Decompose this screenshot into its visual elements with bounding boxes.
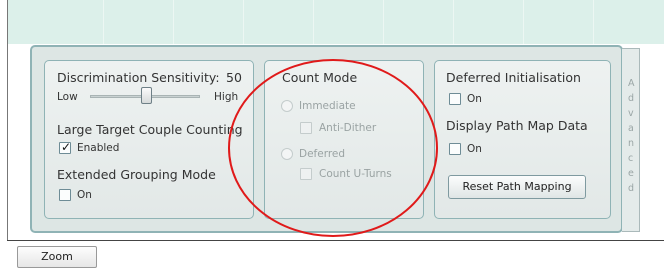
deferred-initialisation-label: Deferred Initialisation — [446, 70, 581, 85]
checkmark-icon: ✓ — [61, 140, 72, 154]
grid-line — [173, 0, 174, 44]
deferred-initialisation-checkbox[interactable] — [449, 93, 461, 105]
large-target-checkbox-label: Enabled — [77, 142, 120, 154]
grid-line — [103, 0, 104, 44]
grid-line — [523, 0, 524, 44]
discrimination-sensitivity-label: Discrimination Sensitivity: — [57, 70, 220, 85]
advanced-tab-letter: v — [628, 108, 634, 119]
advanced-tab-letter: d — [628, 183, 635, 194]
advanced-tab-letter: e — [628, 168, 634, 179]
annotation-ellipse — [228, 59, 438, 237]
sensitivity-slider-thumb[interactable] — [141, 87, 152, 104]
large-target-checkbox[interactable]: ✓ — [59, 140, 72, 154]
extended-grouping-checkbox-label: On — [77, 189, 92, 201]
extended-grouping-checkbox[interactable] — [59, 189, 71, 201]
slider-low-label: Low — [57, 91, 78, 103]
grid-line — [383, 0, 384, 44]
deferred-initialisation-checkbox-label: On — [467, 93, 482, 105]
advanced-tab-letter: d — [628, 93, 635, 104]
advanced-tab-letter: A — [628, 78, 635, 89]
extended-grouping-label: Extended Grouping Mode — [57, 167, 216, 182]
reset-path-mapping-button[interactable]: Reset Path Mapping — [448, 175, 586, 199]
zoom-button[interactable]: Zoom — [17, 246, 97, 268]
display-path-map-checkbox-label: On — [467, 143, 482, 155]
left-border — [7, 0, 8, 241]
chart-background-strip — [7, 0, 664, 44]
advanced-tab-letter: a — [628, 123, 634, 134]
grid-line — [243, 0, 244, 44]
display-path-map-label: Display Path Map Data — [446, 118, 588, 133]
advanced-tab-letter: c — [628, 153, 634, 164]
large-target-label: Large Target Couple Counting — [57, 122, 243, 137]
bottom-border — [7, 240, 664, 241]
grid-line — [313, 0, 314, 44]
display-path-map-checkbox[interactable] — [449, 143, 461, 155]
grid-line — [453, 0, 454, 44]
grid-line — [593, 0, 594, 44]
advanced-tab-letter: n — [628, 138, 635, 149]
